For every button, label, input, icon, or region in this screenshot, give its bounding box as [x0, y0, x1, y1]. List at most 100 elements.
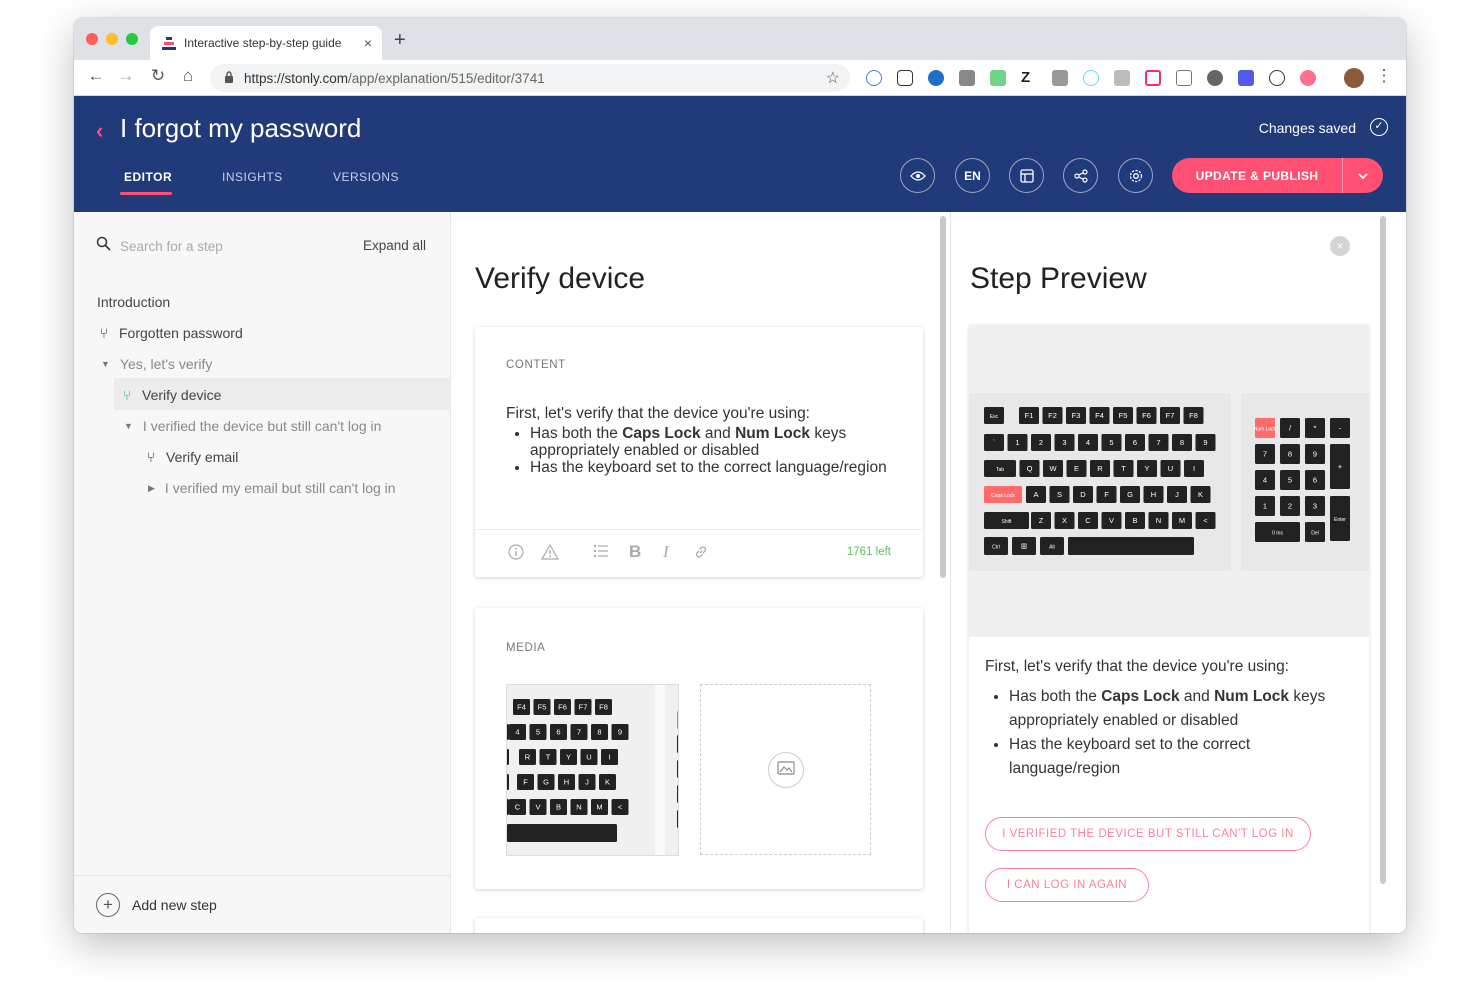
search-input[interactable]: Search for a step [120, 239, 223, 254]
step-search[interactable]: Search for a step [96, 236, 223, 257]
key-label: K [1198, 490, 1203, 499]
expand-all-button[interactable]: Expand all [363, 238, 426, 253]
tab-versions[interactable]: VERSIONS [333, 170, 399, 184]
choice-can-log-in-button[interactable]: I CAN LOG IN AGAIN [985, 868, 1149, 902]
key-label: 9 [1313, 450, 1317, 459]
add-image-placeholder[interactable] [700, 684, 871, 855]
key [1068, 537, 1194, 555]
back-icon[interactable]: ← [84, 66, 108, 86]
settings-button[interactable] [1118, 158, 1153, 193]
key-label: + [1338, 462, 1343, 471]
forward-icon[interactable]: → [114, 66, 138, 86]
close-preview-icon[interactable]: × [1330, 236, 1350, 256]
back-chevron-icon[interactable]: ‹ [96, 118, 103, 144]
tab-insights[interactable]: INSIGHTS [222, 170, 283, 184]
publish-dropdown-chevron-icon[interactable] [1343, 169, 1383, 183]
warning-icon[interactable] [540, 543, 560, 564]
profile-avatar[interactable] [1344, 68, 1364, 88]
extension-dark-circle-icon[interactable] [1207, 70, 1223, 86]
add-new-step-button[interactable]: + Add new step [74, 875, 450, 933]
update-publish-button[interactable]: UPDATE & PUBLISH [1172, 158, 1383, 193]
bookmark-star-icon[interactable]: ☆ [826, 68, 840, 88]
extension-blue-icon[interactable] [1238, 70, 1254, 86]
key-label: 8 [1288, 450, 1292, 459]
branch-icon: ⑂ [99, 325, 109, 341]
preview-eye-button[interactable] [900, 158, 935, 193]
sidebar-item-forgotten-password[interactable]: ⑂ Forgotten password [97, 325, 243, 341]
content-editor[interactable]: First, let's verify that the device you'… [506, 405, 896, 476]
page-title[interactable]: I forgot my password [120, 113, 361, 144]
key-label: 2 [1039, 438, 1043, 447]
reload-icon[interactable]: ↻ [146, 66, 170, 86]
bullet-bold: Caps Lock [1101, 688, 1180, 705]
extension-chat-icon[interactable] [1114, 70, 1130, 86]
share-button[interactable] [1063, 158, 1098, 193]
layout-button[interactable] [1009, 158, 1044, 193]
key: T [1113, 460, 1134, 477]
sidebar-item-verify-device[interactable]: ⑂ Verify device [120, 387, 222, 403]
close-window-button[interactable] [86, 33, 98, 45]
key-label: V [1109, 516, 1114, 525]
key-label: 7 [1156, 438, 1160, 447]
key-label: N [576, 803, 581, 812]
extension-green-icon[interactable] [990, 70, 1006, 86]
extension-image-icon[interactable] [1176, 70, 1192, 86]
key-label: G [1127, 490, 1133, 499]
bullet-list-icon[interactable] [593, 544, 609, 562]
media-thumbnail[interactable]: F4 F5 F6 F7 F8 4 5 6 7 8 9 R T Y U I F G H J K C V B N M < [506, 684, 679, 856]
caret-right-icon[interactable]: ▶ [148, 483, 155, 494]
extension-pink-square-icon[interactable] [1145, 70, 1161, 86]
extension-shield-icon[interactable] [866, 70, 882, 86]
info-icon[interactable] [508, 544, 524, 564]
key: 7 [1148, 434, 1169, 451]
sidebar-item-verify-email[interactable]: ⑂ Verify email [144, 449, 239, 465]
key: 8 [1172, 434, 1192, 451]
browser-tab[interactable]: Interactive step-by-step guide × [150, 26, 382, 60]
home-icon[interactable]: ⌂ [176, 66, 200, 86]
extension-react-icon[interactable] [1083, 70, 1099, 86]
step-heading[interactable]: Verify device [475, 262, 645, 296]
sidebar-item-yes-lets-verify[interactable]: ▼ Yes, let's verify [101, 356, 212, 372]
key [507, 824, 617, 842]
extension-camera-icon[interactable] [959, 70, 975, 86]
browser-menu-icon[interactable]: ⋮ [1372, 66, 1396, 86]
sidebar-item-verified-device[interactable]: ▼ I verified the device but still can't … [124, 418, 381, 434]
italic-icon[interactable]: I [663, 542, 669, 562]
bullet-text: and [700, 425, 736, 442]
extension-z-icon[interactable]: Z [1021, 69, 1037, 86]
caret-down-icon[interactable]: ▼ [101, 359, 110, 369]
url-bar[interactable]: https://stonly.com/app/explanation/515/e… [210, 64, 850, 92]
sidebar-item-introduction[interactable]: Introduction [97, 294, 170, 310]
key: 3 [1305, 496, 1325, 516]
extension-sketch-icon[interactable] [1269, 70, 1285, 86]
extension-pink-icon[interactable] [1300, 70, 1316, 86]
preview-scrollbar[interactable] [1380, 216, 1386, 884]
bold-icon[interactable]: B [629, 542, 641, 562]
language-button[interactable]: EN [955, 158, 990, 193]
caret-down-icon[interactable]: ▼ [124, 421, 133, 431]
tab-editor[interactable]: EDITOR [124, 170, 172, 184]
sidebar-item-label: Forgotten password [119, 325, 243, 341]
key-label: Y [566, 753, 571, 762]
key: C [509, 799, 526, 815]
key-label: F5 [538, 703, 547, 712]
zoom-window-button[interactable] [126, 33, 138, 45]
tab-close-icon[interactable]: × [364, 35, 372, 51]
extension-doc-icon[interactable] [1052, 70, 1068, 86]
key: K [599, 774, 616, 790]
key: < [611, 799, 629, 815]
new-tab-button[interactable]: + [394, 29, 406, 52]
key: Caps Lock [984, 486, 1022, 503]
extension-pocket-icon[interactable] [897, 70, 913, 86]
sidebar-item-verified-email[interactable]: ▶ I verified my email but still can't lo… [148, 480, 396, 496]
key: N [570, 799, 588, 815]
link-icon[interactable] [693, 544, 709, 564]
extension-circle-icon[interactable] [928, 70, 944, 86]
minimize-window-button[interactable] [106, 33, 118, 45]
key-label: F7 [579, 703, 588, 712]
choice-verified-device-button[interactable]: I VERIFIED THE DEVICE BUT STILL CAN'T LO… [985, 817, 1311, 851]
editor-scrollbar[interactable] [940, 216, 946, 578]
key-label: F4 [517, 703, 526, 712]
key-label: 4 [1086, 438, 1090, 447]
key-label: I [1193, 464, 1195, 473]
